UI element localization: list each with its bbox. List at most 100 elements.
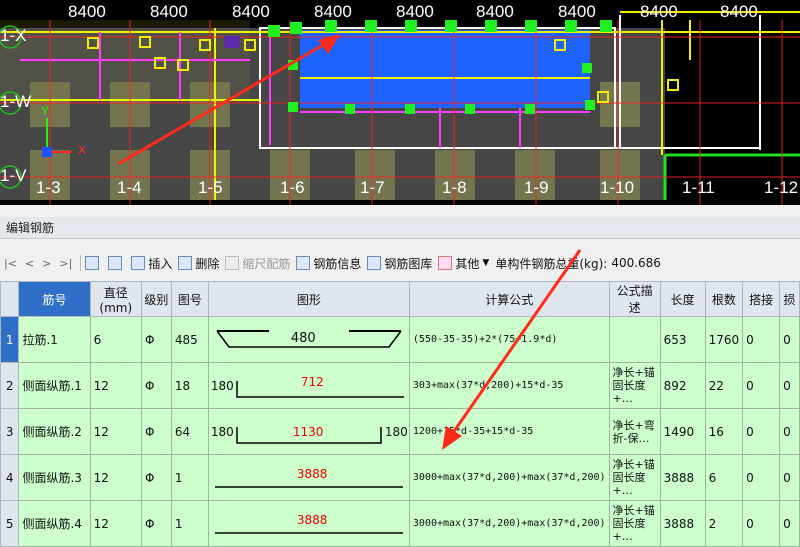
cell-lap[interactable]: 0 [742, 500, 781, 547]
cell-figure-no[interactable]: 1 [170, 454, 209, 501]
cell-description[interactable]: 净长+锚固长度+… [608, 500, 661, 547]
cell-grade[interactable]: Φ [141, 316, 172, 363]
cell-bar-name[interactable]: 侧面纵筋.4 [18, 500, 91, 547]
cell-shape[interactable]: 480 [207, 316, 410, 363]
column-header[interactable]: 损 [779, 281, 800, 317]
cell-bar-name[interactable]: 侧面纵筋.2 [18, 408, 91, 455]
last-record-button[interactable]: >| [59, 257, 72, 270]
shape-left-hook-label: 180 [210, 425, 234, 439]
column-header[interactable]: 图形 [207, 281, 410, 317]
cell-shape[interactable]: 3888 [207, 500, 410, 547]
row-number[interactable]: 3 [0, 408, 20, 455]
cell-description[interactable]: 净长+弯折-保… [608, 408, 661, 455]
other-menu-button[interactable]: 其他 ▼ [438, 255, 489, 272]
move-down-button[interactable] [108, 256, 125, 270]
cell-grade[interactable]: Φ [141, 500, 172, 547]
table-row[interactable]: 4 侧面纵筋.3 12 Φ 1 3888 3000+max(37*d,200)+… [0, 454, 800, 501]
cell-loss[interactable]: 0 [779, 316, 800, 363]
cell-length[interactable]: 1490 [659, 408, 706, 455]
cell-shape[interactable]: 180 1130 180 [207, 408, 410, 455]
cell-formula[interactable]: 1200+15*d-35+15*d-35 [408, 408, 610, 455]
row-number[interactable]: 2 [0, 362, 20, 409]
col-axis-label: 1-5 [198, 178, 223, 197]
cell-description[interactable] [608, 316, 661, 363]
cell-lap[interactable]: 0 [742, 316, 781, 363]
arrow-down-icon [108, 256, 123, 270]
shape-length-label: 3888 [296, 513, 328, 527]
move-up-button[interactable] [85, 256, 102, 270]
row-number[interactable]: 5 [0, 500, 20, 547]
cell-length[interactable]: 3888 [659, 500, 706, 547]
cell-description[interactable]: 净长+锚固长度+… [608, 454, 661, 501]
next-record-button[interactable]: > [42, 257, 51, 270]
column-header[interactable]: 长度 [659, 281, 706, 317]
cell-loss[interactable]: 0 [779, 362, 800, 409]
cell-shape[interactable]: 180 712 [207, 362, 410, 409]
table-row[interactable]: 1 拉筋.1 6 Φ 485 480 (550-35-35)+2*(75+1.9… [0, 316, 800, 363]
cell-description[interactable]: 净长+锚固长度+… [608, 362, 661, 409]
cell-figure-no[interactable]: 18 [170, 362, 209, 409]
cell-figure-no[interactable]: 64 [170, 408, 209, 455]
cell-figure-no[interactable]: 1 [170, 500, 209, 547]
cell-diameter[interactable]: 12 [89, 454, 143, 501]
column-header[interactable]: 根数 [704, 281, 744, 317]
column-header[interactable]: 公式描述 [608, 281, 661, 317]
cell-grade[interactable]: Φ [141, 454, 172, 501]
cell-formula[interactable]: (550-35-35)+2*(75+1.9*d) [408, 316, 610, 363]
cell-formula[interactable]: 3000+max(37*d,200)+max(37*d,200) [408, 500, 610, 547]
table-row[interactable]: 2 侧面纵筋.1 12 Φ 18 180 712 303+max(37*d,20… [0, 362, 800, 409]
cell-diameter[interactable]: 12 [89, 362, 143, 409]
scale-rebar-button[interactable]: 缩尺配筋 [225, 255, 290, 272]
cell-count[interactable]: 1760 [704, 316, 744, 363]
cell-figure-no[interactable]: 485 [170, 316, 209, 363]
cell-bar-name[interactable]: 侧面纵筋.3 [18, 454, 91, 501]
cell-length[interactable]: 3888 [659, 454, 706, 501]
column-header[interactable]: 直径(mm) [89, 281, 143, 317]
cell-count[interactable]: 2 [704, 500, 744, 547]
cell-grade[interactable]: Φ [141, 362, 172, 409]
row-number[interactable]: 1 [0, 316, 20, 363]
rebar-info-label: 钢筋信息 [313, 256, 362, 271]
cell-lap[interactable]: 0 [742, 362, 781, 409]
col-axis-label: 1-3 [36, 178, 61, 197]
cell-lap[interactable]: 0 [742, 408, 781, 455]
cell-diameter[interactable]: 12 [89, 500, 143, 547]
cell-length[interactable]: 892 [659, 362, 706, 409]
cell-length[interactable]: 653 [659, 316, 706, 363]
cell-formula[interactable]: 303+max(37*d,200)+15*d-35 [408, 362, 610, 409]
cell-shape[interactable]: 3888 [207, 454, 410, 501]
shape-length-label: 712 [300, 375, 324, 389]
dimension-label: 8400 [640, 2, 678, 21]
cell-bar-name[interactable]: 拉筋.1 [18, 316, 91, 363]
column-header[interactable]: 图号 [170, 281, 209, 317]
scale-icon [225, 256, 240, 270]
rebar-library-button[interactable]: 钢筋图库 [367, 255, 432, 272]
column-header[interactable]: 筋号 [18, 281, 91, 317]
prev-record-button[interactable]: < [25, 257, 34, 270]
cell-loss[interactable]: 0 [779, 408, 800, 455]
cell-formula[interactable]: 3000+max(37*d,200)+max(37*d,200) [408, 454, 610, 501]
column-header[interactable]: 计算公式 [408, 281, 610, 317]
first-record-button[interactable]: |< [4, 257, 17, 270]
cell-loss[interactable]: 0 [779, 454, 800, 501]
cad-drawing-canvas[interactable] [0, 0, 800, 205]
cell-count[interactable]: 6 [704, 454, 744, 501]
rebar-info-button[interactable]: 钢筋信息 [296, 255, 361, 272]
cell-bar-name[interactable]: 侧面纵筋.1 [18, 362, 91, 409]
table-row[interactable]: 5 侧面纵筋.4 12 Φ 1 3888 3000+max(37*d,200)+… [0, 500, 800, 547]
table-row[interactable]: 3 侧面纵筋.2 12 Φ 64 180 1130 180 1200+15*d-… [0, 408, 800, 455]
cell-loss[interactable]: 0 [779, 500, 800, 547]
cell-count[interactable]: 16 [704, 408, 744, 455]
cell-diameter[interactable]: 12 [89, 408, 143, 455]
row-number[interactable]: 4 [0, 454, 20, 501]
table-header-row: 筋号 直径(mm) 级别 图号 图形 计算公式 公式描述 长度 根数 搭接 损 [0, 281, 800, 317]
column-header[interactable]: 级别 [141, 281, 172, 317]
cell-diameter[interactable]: 6 [89, 316, 143, 363]
cell-lap[interactable]: 0 [742, 454, 781, 501]
column-header[interactable]: 搭接 [742, 281, 781, 317]
cad-drawing-view[interactable]: 8400 8400 8400 8400 8400 8400 8400 8400 … [0, 0, 800, 205]
cell-grade[interactable]: Φ [141, 408, 172, 455]
delete-button[interactable]: 删除 [178, 255, 219, 272]
cell-count[interactable]: 22 [704, 362, 744, 409]
insert-button[interactable]: 插入 [131, 255, 172, 272]
